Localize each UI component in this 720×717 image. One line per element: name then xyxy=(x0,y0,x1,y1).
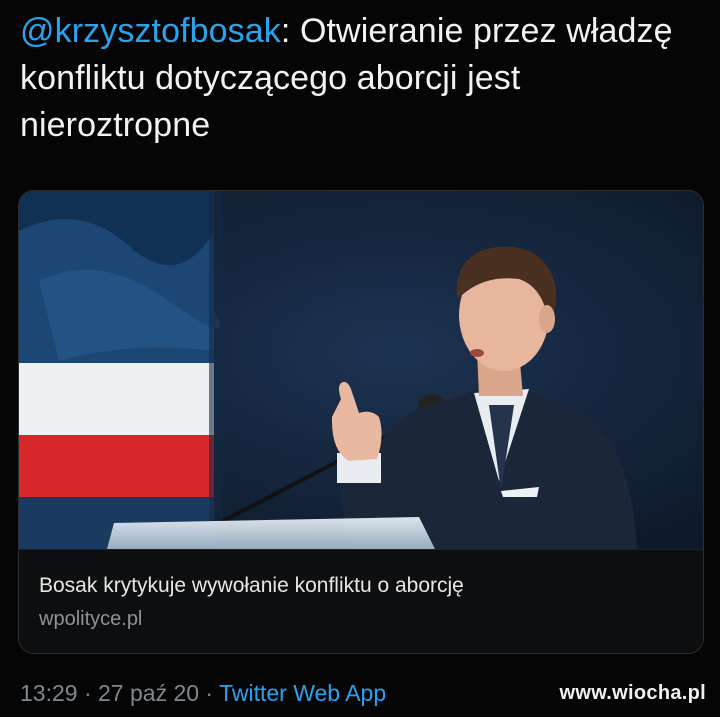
link-card-caption[interactable]: Bosak krytykuje wywołanie konfliktu o ab… xyxy=(19,549,703,653)
link-preview-card[interactable]: Bosak krytykuje wywołanie konfliktu o ab… xyxy=(18,190,704,654)
tweet-text: @krzysztofbosak: Otwieranie przez władzę… xyxy=(20,8,710,149)
tweet-time[interactable]: 13:29 xyxy=(20,680,78,706)
meta-separator: · xyxy=(199,680,220,706)
tweet-date[interactable]: 27 paź 20 xyxy=(98,680,199,706)
meta-separator: · xyxy=(77,680,99,706)
source-app-link[interactable]: Twitter Web App xyxy=(219,680,386,706)
mention-separator: : xyxy=(280,12,300,50)
link-card-title[interactable]: Bosak krytykuje wywołanie konfliktu o ab… xyxy=(39,574,464,598)
author-mention-link[interactable]: @krzysztofbosak xyxy=(20,12,281,50)
link-card-domain: wpolityce.pl xyxy=(39,608,143,630)
site-watermark: www.wiocha.pl xyxy=(559,682,706,704)
article-photo xyxy=(19,191,703,549)
tweet-metadata: 13:29 · 27 paź 20 · Twitter Web App xyxy=(20,680,386,707)
speaker-at-podium-image xyxy=(19,191,703,549)
